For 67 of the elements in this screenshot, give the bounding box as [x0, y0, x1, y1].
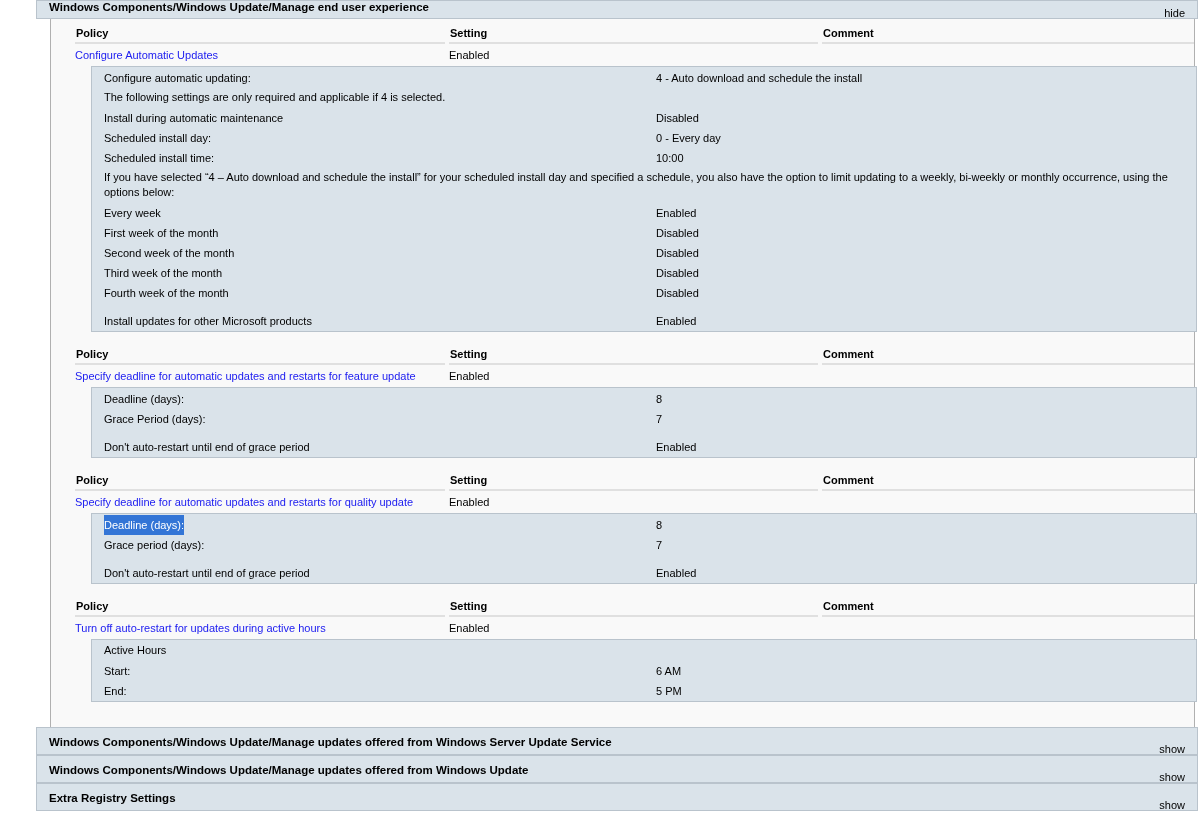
policy-setting: Enabled [449, 49, 491, 61]
column-header: Comment [822, 24, 1194, 44]
column-header: Policy [75, 24, 445, 44]
column-header: Setting [449, 345, 818, 365]
policy-setting: Enabled [449, 370, 491, 382]
toggle-link[interactable]: hide [1164, 7, 1185, 20]
setting-label: Fourth week of the month [104, 286, 229, 301]
section-title: Windows Components/Windows Update/Manage updates offered from Windows Server Update Service [49, 735, 612, 749]
setting-label: Scheduled install day: [104, 131, 211, 146]
setting-value: 10:00 [656, 151, 685, 166]
toggle-link[interactable]: show [1159, 799, 1185, 812]
setting-value: Disabled [656, 286, 700, 301]
column-header: Setting [449, 471, 818, 491]
setting-label: Configure automatic updating: [104, 71, 251, 86]
setting-label: Don't auto-restart until end of grace period [104, 440, 310, 455]
section-title: Extra Registry Settings [49, 791, 176, 805]
setting-value: Enabled [656, 314, 698, 329]
toggle-link[interactable]: show [1159, 743, 1185, 756]
setting-label: Install during automatic maintenance [104, 111, 284, 126]
section-title: Windows Components/Windows Update/Manage updates offered from Windows Update [49, 763, 529, 777]
setting-note: If you have selected “4 – Auto download and schedule the install” for your scheduled install day and specified a schedule, you also have the option to limit updating to a weekly, bi-weekly or monthly occurrence, using the options below: [104, 171, 1168, 198]
column-header: Comment [822, 345, 1194, 365]
setting-value: Enabled [656, 566, 698, 581]
setting-label: Grace period (days): [104, 538, 205, 553]
setting-value: 8 [656, 518, 664, 533]
setting-value: 7 [656, 412, 664, 427]
setting-value: Disabled [656, 266, 700, 281]
setting-note: Active Hours [104, 644, 167, 656]
column-header: Setting [449, 597, 818, 617]
setting-label: Every week [104, 206, 161, 221]
column-header: Setting [449, 24, 818, 44]
setting-label: Install updates for other Microsoft products [104, 314, 312, 329]
column-header: Policy [75, 471, 445, 491]
setting-note: The following settings are only required and applicable if 4 is selected. [104, 91, 446, 103]
setting-value: Disabled [656, 111, 700, 126]
setting-value: 8 [656, 392, 664, 407]
policy-setting: Enabled [449, 622, 491, 634]
column-header: Policy [75, 597, 445, 617]
setting-value: 7 [656, 538, 664, 553]
setting-value: 0 - Every day [656, 131, 722, 146]
setting-label: Second week of the month [104, 246, 235, 261]
setting-label: Start: [104, 664, 131, 679]
setting-value: 6 AM [656, 664, 683, 679]
column-header: Policy [75, 345, 445, 365]
setting-label: Grace Period (days): [104, 412, 206, 427]
policy-link[interactable]: Specify deadline for automatic updates and restarts for quality update [75, 496, 414, 508]
section-title: Windows Components/Windows Update/Manage end user experience [49, 2, 429, 13]
policy-link[interactable]: Specify deadline for automatic updates and restarts for feature update [75, 370, 416, 382]
column-header: Comment [822, 471, 1194, 491]
setting-label: First week of the month [104, 226, 219, 241]
setting-value: 4 - Auto download and schedule the install [656, 71, 864, 86]
policy-setting: Enabled [449, 496, 491, 508]
setting-value: Disabled [656, 226, 700, 241]
setting-value: Disabled [656, 246, 700, 261]
policy-link[interactable]: Configure Automatic Updates [75, 49, 219, 61]
setting-label: Scheduled install time: [104, 151, 215, 166]
setting-value: Enabled [656, 440, 698, 455]
setting-label: End: [104, 684, 127, 699]
setting-label: Deadline (days): [104, 392, 185, 407]
setting-value: Enabled [656, 206, 698, 221]
setting-label: Deadline (days): [104, 515, 185, 535]
toggle-link[interactable]: show [1159, 771, 1185, 784]
setting-label: Third week of the month [104, 266, 222, 281]
setting-value: 5 PM [656, 684, 683, 699]
setting-label: Don't auto-restart until end of grace period [104, 566, 310, 581]
column-header: Comment [822, 597, 1194, 617]
policy-link[interactable]: Turn off auto-restart for updates during active hours [75, 622, 326, 634]
